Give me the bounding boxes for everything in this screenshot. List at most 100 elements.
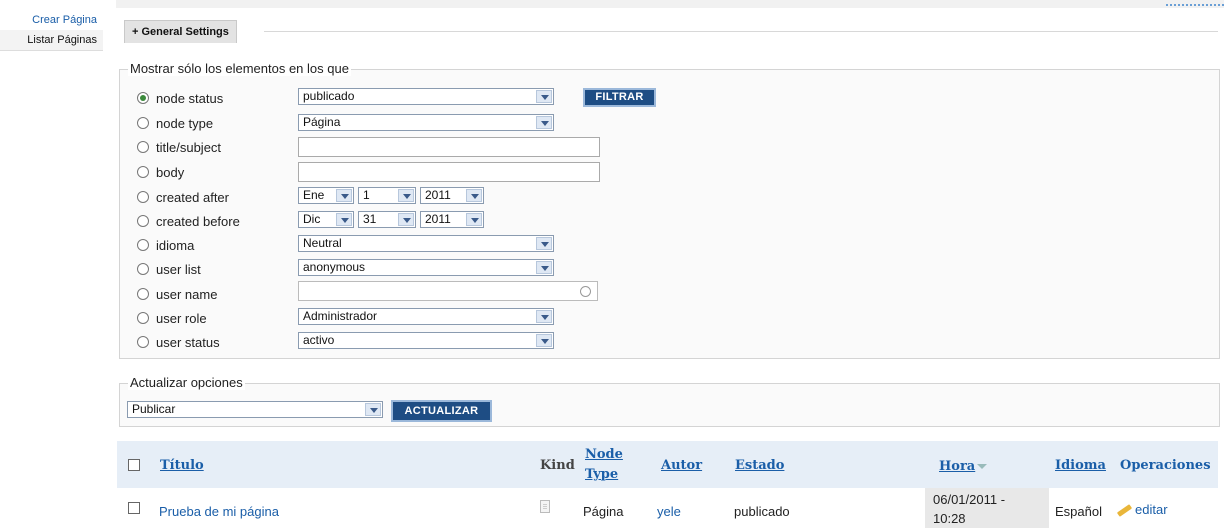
node-type-select[interactable]: Página xyxy=(298,114,554,131)
header-status[interactable]: Estado xyxy=(735,458,784,473)
sidebar-item-listar-paginas[interactable]: Listar Páginas xyxy=(0,30,103,51)
radio-node-type[interactable] xyxy=(137,117,149,129)
created-before-day-select[interactable]: 31 xyxy=(358,211,416,228)
title-subject-input[interactable] xyxy=(298,137,600,157)
filter-row-node-type: node type xyxy=(137,113,213,133)
header-node-type[interactable]: Node xyxy=(585,447,623,462)
filter-row-user-status: user status xyxy=(137,332,220,352)
select-value: Dic xyxy=(303,212,321,226)
radio-user-status[interactable] xyxy=(137,336,149,348)
radio-user-list[interactable] xyxy=(137,263,149,275)
pencil-icon xyxy=(1116,504,1133,517)
filter-label: user status xyxy=(156,334,220,350)
header-kind: Kind xyxy=(540,458,575,473)
filter-button[interactable]: FILTRAR xyxy=(583,88,656,107)
chevron-down-icon xyxy=(466,213,482,226)
select-value: Página xyxy=(303,115,341,129)
filter-label: created before xyxy=(156,213,240,229)
update-action-select[interactable]: Publicar xyxy=(127,401,383,418)
select-value: Administrador xyxy=(303,309,378,323)
select-value: anonymous xyxy=(303,260,366,274)
update-button[interactable]: ACTUALIZAR xyxy=(391,400,492,422)
row-time-line1: 06/01/2011 - xyxy=(933,492,1006,507)
chevron-down-icon xyxy=(536,334,552,347)
select-value: publicado xyxy=(303,89,355,103)
filter-label: user list xyxy=(156,261,201,277)
document-icon xyxy=(540,500,550,513)
chevron-down-icon xyxy=(466,189,482,202)
top-bar-decoration xyxy=(1166,0,1224,6)
row-author-link[interactable]: yele xyxy=(657,504,681,519)
user-name-input[interactable] xyxy=(298,281,598,301)
radio-body[interactable] xyxy=(137,166,149,178)
body-input[interactable] xyxy=(298,162,600,182)
filter-row-created-after: created after xyxy=(137,187,229,207)
filter-label: node type xyxy=(156,115,214,131)
filter-legend: Mostrar sólo los elementos en los que xyxy=(128,61,351,76)
table-header: Título Kind Node Type Autor Estado Hora … xyxy=(117,441,1218,488)
radio-user-role[interactable] xyxy=(137,312,149,324)
filter-row-user-list: user list xyxy=(137,259,201,279)
user-list-select[interactable]: anonymous xyxy=(298,259,554,276)
radio-created-after[interactable] xyxy=(137,191,149,203)
filter-label: user role xyxy=(156,310,207,326)
radio-title-subject[interactable] xyxy=(137,141,149,153)
header-title[interactable]: Título xyxy=(160,458,204,473)
created-before-year-select[interactable]: 2011 xyxy=(420,211,484,228)
created-after-year-select[interactable]: 2011 xyxy=(420,187,484,204)
created-after-day-select[interactable]: 1 xyxy=(358,187,416,204)
row-status: publicado xyxy=(734,504,790,519)
filter-row-idioma: idioma xyxy=(137,235,194,255)
sidebar-nav: Crear Página Listar Páginas xyxy=(0,10,103,51)
row-node-type: Página xyxy=(583,504,624,519)
filter-label: user name xyxy=(156,286,218,302)
update-legend: Actualizar opciones xyxy=(128,375,245,390)
general-settings-section: + General Settings xyxy=(124,20,1218,43)
select-value: Ene xyxy=(303,188,325,202)
header-node-type-2[interactable]: Type xyxy=(585,467,618,482)
chevron-down-icon xyxy=(336,189,352,202)
filter-row-created-before: created before xyxy=(137,211,240,231)
header-author[interactable]: Autor xyxy=(661,458,702,473)
select-all-checkbox[interactable] xyxy=(128,459,140,471)
header-operations: Operaciones xyxy=(1120,458,1211,473)
table-row: Prueba de mi página Página yele publicad… xyxy=(117,488,1218,528)
update-options-fieldset: Actualizar opciones Publicar ACTUALIZAR xyxy=(119,375,1220,427)
select-value: 31 xyxy=(363,212,377,226)
node-status-select[interactable]: publicado xyxy=(298,88,554,105)
idioma-select[interactable]: Neutral xyxy=(298,235,554,252)
top-bar xyxy=(116,0,1224,8)
chevron-down-icon xyxy=(536,90,552,103)
radio-idioma[interactable] xyxy=(137,239,149,251)
row-checkbox[interactable] xyxy=(128,502,140,514)
radio-user-name[interactable] xyxy=(137,288,149,300)
select-value: activo xyxy=(303,333,335,347)
filter-fieldset: Mostrar sólo los elementos en los que no… xyxy=(119,61,1220,359)
filter-label: body xyxy=(156,164,185,180)
general-settings-toggle[interactable]: + General Settings xyxy=(124,20,237,43)
select-value: Publicar xyxy=(132,402,176,416)
created-after-month-select[interactable]: Ene xyxy=(298,187,354,204)
filter-row-node-status: node status xyxy=(137,88,223,108)
chevron-down-icon xyxy=(536,237,552,250)
select-value: Neutral xyxy=(303,236,342,250)
divider xyxy=(264,31,1218,32)
row-edit-link[interactable]: editar xyxy=(1135,502,1168,517)
header-time: Hora xyxy=(939,458,988,474)
radio-node-status[interactable] xyxy=(137,92,149,104)
chevron-down-icon xyxy=(536,310,552,323)
user-status-select[interactable]: activo xyxy=(298,332,554,349)
header-language[interactable]: Idioma xyxy=(1055,458,1106,473)
filter-row-user-name: user name xyxy=(137,284,217,304)
row-title-link[interactable]: Prueba de mi página xyxy=(159,504,279,519)
sidebar-item-crear-pagina[interactable]: Crear Página xyxy=(0,10,103,30)
select-value: 1 xyxy=(363,188,370,202)
user-role-select[interactable]: Administrador xyxy=(298,308,554,325)
radio-created-before[interactable] xyxy=(137,215,149,227)
header-time-link[interactable]: Hora xyxy=(939,459,975,474)
filter-label: title/subject xyxy=(156,139,222,155)
created-before-month-select[interactable]: Dic xyxy=(298,211,354,228)
filter-label: idioma xyxy=(156,237,195,253)
sort-descending-icon xyxy=(977,464,988,470)
chevron-down-icon xyxy=(398,213,414,226)
